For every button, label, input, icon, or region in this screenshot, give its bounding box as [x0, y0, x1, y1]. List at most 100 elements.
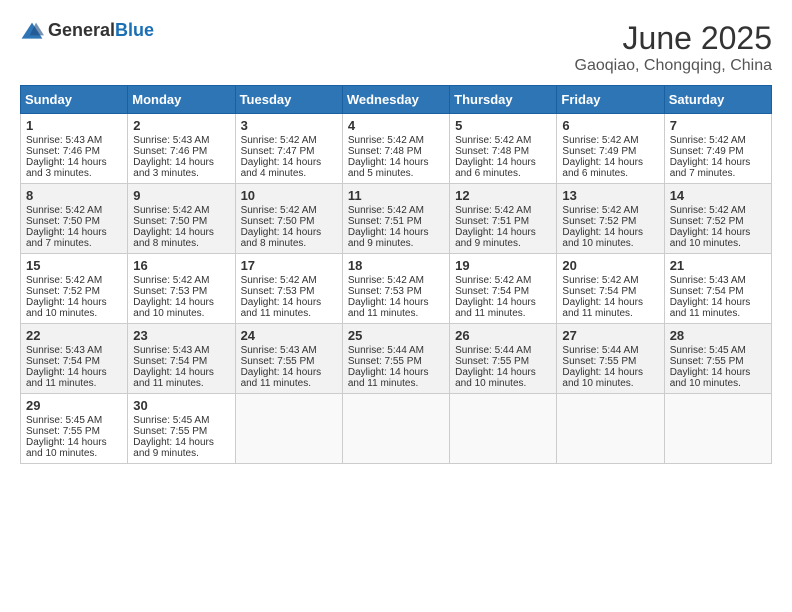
cell-line: Sunrise: 5:42 AM — [26, 205, 122, 216]
cell-line: and 6 minutes. — [562, 168, 658, 179]
logo-blue: Blue — [115, 20, 154, 40]
calendar-cell: 7Sunrise: 5:42 AMSunset: 7:49 PMDaylight… — [664, 114, 771, 184]
cell-line: Daylight: 14 hours — [26, 367, 122, 378]
cell-line: Daylight: 14 hours — [241, 157, 337, 168]
cell-line: and 11 minutes. — [348, 378, 444, 389]
day-number: 6 — [562, 118, 658, 133]
day-number: 8 — [26, 188, 122, 203]
cell-line: Sunset: 7:54 PM — [26, 356, 122, 367]
calendar-cell: 9Sunrise: 5:42 AMSunset: 7:50 PMDaylight… — [128, 184, 235, 254]
cell-line: and 11 minutes. — [26, 378, 122, 389]
cell-line: and 10 minutes. — [670, 238, 766, 249]
cell-line: Sunset: 7:53 PM — [241, 286, 337, 297]
day-number: 15 — [26, 258, 122, 273]
cell-line: Sunrise: 5:43 AM — [241, 345, 337, 356]
cell-line: Daylight: 14 hours — [348, 157, 444, 168]
cell-line: Sunset: 7:51 PM — [455, 216, 551, 227]
cell-line: and 11 minutes. — [133, 378, 229, 389]
calendar-cell: 26Sunrise: 5:44 AMSunset: 7:55 PMDayligh… — [450, 324, 557, 394]
cell-line: and 9 minutes. — [133, 448, 229, 459]
cell-line: Daylight: 14 hours — [670, 297, 766, 308]
calendar-cell: 14Sunrise: 5:42 AMSunset: 7:52 PMDayligh… — [664, 184, 771, 254]
cell-line: Sunset: 7:55 PM — [133, 426, 229, 437]
cell-line: Daylight: 14 hours — [562, 227, 658, 238]
day-number: 30 — [133, 398, 229, 413]
calendar-cell: 30Sunrise: 5:45 AMSunset: 7:55 PMDayligh… — [128, 394, 235, 464]
cell-line: and 11 minutes. — [241, 378, 337, 389]
cell-line: Sunset: 7:47 PM — [241, 146, 337, 157]
cell-line: Daylight: 14 hours — [26, 227, 122, 238]
day-number: 28 — [670, 328, 766, 343]
calendar-cell: 22Sunrise: 5:43 AMSunset: 7:54 PMDayligh… — [21, 324, 128, 394]
cell-line: and 4 minutes. — [241, 168, 337, 179]
calendar-cell: 2Sunrise: 5:43 AMSunset: 7:46 PMDaylight… — [128, 114, 235, 184]
calendar-cell: 15Sunrise: 5:42 AMSunset: 7:52 PMDayligh… — [21, 254, 128, 324]
cell-line: Sunset: 7:55 PM — [26, 426, 122, 437]
day-number: 25 — [348, 328, 444, 343]
calendar-cell: 5Sunrise: 5:42 AMSunset: 7:48 PMDaylight… — [450, 114, 557, 184]
cell-line: Sunrise: 5:42 AM — [26, 275, 122, 286]
cell-line: Daylight: 14 hours — [241, 297, 337, 308]
cell-line: and 11 minutes. — [670, 308, 766, 319]
day-number: 20 — [562, 258, 658, 273]
calendar-cell: 16Sunrise: 5:42 AMSunset: 7:53 PMDayligh… — [128, 254, 235, 324]
cell-line: Sunrise: 5:42 AM — [670, 135, 766, 146]
calendar-cell — [342, 394, 449, 464]
cell-line: and 8 minutes. — [133, 238, 229, 249]
cell-line: Daylight: 14 hours — [348, 297, 444, 308]
header-sunday: Sunday — [21, 86, 128, 114]
cell-line: Sunrise: 5:42 AM — [562, 275, 658, 286]
cell-line: and 10 minutes. — [562, 378, 658, 389]
cell-line: and 11 minutes. — [562, 308, 658, 319]
cell-line: and 9 minutes. — [348, 238, 444, 249]
cell-line: Sunset: 7:55 PM — [348, 356, 444, 367]
day-number: 18 — [348, 258, 444, 273]
cell-line: Sunset: 7:52 PM — [670, 216, 766, 227]
day-number: 10 — [241, 188, 337, 203]
day-number: 5 — [455, 118, 551, 133]
calendar-cell: 12Sunrise: 5:42 AMSunset: 7:51 PMDayligh… — [450, 184, 557, 254]
header-row: SundayMondayTuesdayWednesdayThursdayFrid… — [21, 86, 772, 114]
calendar-cell: 29Sunrise: 5:45 AMSunset: 7:55 PMDayligh… — [21, 394, 128, 464]
cell-line: Daylight: 14 hours — [241, 367, 337, 378]
cell-line: Sunrise: 5:42 AM — [133, 205, 229, 216]
cell-line: Sunset: 7:50 PM — [241, 216, 337, 227]
cell-line: Sunrise: 5:42 AM — [241, 135, 337, 146]
cell-line: Daylight: 14 hours — [670, 157, 766, 168]
calendar-cell — [235, 394, 342, 464]
cell-line: Sunrise: 5:44 AM — [348, 345, 444, 356]
day-number: 17 — [241, 258, 337, 273]
cell-line: Sunrise: 5:45 AM — [133, 415, 229, 426]
day-number: 11 — [348, 188, 444, 203]
day-number: 4 — [348, 118, 444, 133]
cell-line: Sunrise: 5:42 AM — [455, 275, 551, 286]
day-number: 23 — [133, 328, 229, 343]
calendar-subtitle: Gaoqiao, Chongqing, China — [575, 57, 772, 75]
cell-line: Daylight: 14 hours — [670, 367, 766, 378]
cell-line: and 10 minutes. — [26, 448, 122, 459]
week-row-1: 1Sunrise: 5:43 AMSunset: 7:46 PMDaylight… — [21, 114, 772, 184]
day-number: 12 — [455, 188, 551, 203]
cell-line: Sunrise: 5:43 AM — [670, 275, 766, 286]
cell-line: Sunrise: 5:42 AM — [241, 275, 337, 286]
day-number: 27 — [562, 328, 658, 343]
cell-line: Daylight: 14 hours — [348, 227, 444, 238]
calendar-table: SundayMondayTuesdayWednesdayThursdayFrid… — [20, 85, 772, 464]
calendar-title: June 2025 — [575, 20, 772, 57]
cell-line: Sunset: 7:50 PM — [26, 216, 122, 227]
cell-line: Sunrise: 5:43 AM — [26, 135, 122, 146]
cell-line: Sunset: 7:48 PM — [348, 146, 444, 157]
calendar-cell: 25Sunrise: 5:44 AMSunset: 7:55 PMDayligh… — [342, 324, 449, 394]
cell-line: and 10 minutes. — [26, 308, 122, 319]
logo-general: General — [48, 20, 115, 40]
cell-line: Sunrise: 5:42 AM — [241, 205, 337, 216]
day-number: 13 — [562, 188, 658, 203]
day-number: 7 — [670, 118, 766, 133]
header-thursday: Thursday — [450, 86, 557, 114]
day-number: 1 — [26, 118, 122, 133]
header-saturday: Saturday — [664, 86, 771, 114]
cell-line: Sunrise: 5:44 AM — [455, 345, 551, 356]
cell-line: Daylight: 14 hours — [26, 437, 122, 448]
cell-line: Sunrise: 5:42 AM — [348, 135, 444, 146]
cell-line: Daylight: 14 hours — [562, 157, 658, 168]
